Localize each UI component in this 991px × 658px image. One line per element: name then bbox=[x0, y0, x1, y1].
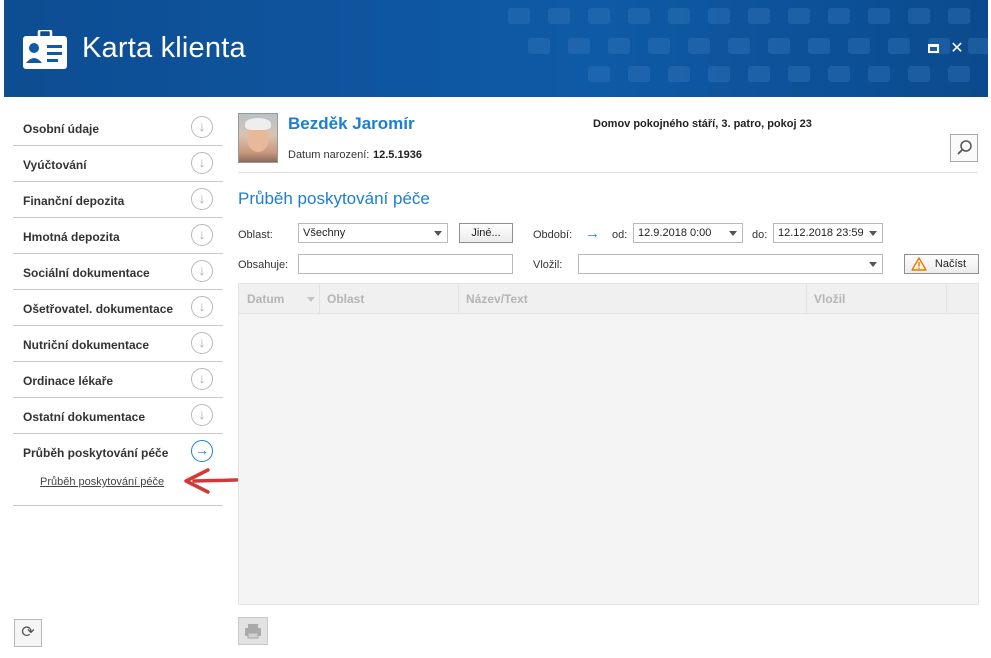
chevron-down-icon bbox=[434, 231, 442, 236]
print-button[interactable] bbox=[238, 617, 268, 645]
nacist-button[interactable]: Načíst bbox=[904, 254, 979, 274]
oblast-select[interactable]: Všechny bbox=[298, 223, 448, 243]
sidebar-item-prubeh-pece[interactable]: Průběh poskytování péče → bbox=[13, 434, 223, 470]
chevron-down-icon bbox=[869, 231, 877, 236]
do-value: 12.12.2018 23:59 bbox=[778, 227, 864, 239]
search-icon bbox=[957, 140, 972, 155]
warning-icon bbox=[911, 257, 927, 271]
od-label: od: bbox=[612, 229, 628, 241]
oblast-value: Všechny bbox=[303, 227, 346, 239]
oblast-label: Oblast: bbox=[238, 229, 273, 241]
sidebar-item-label: Sociální dokumentace bbox=[23, 266, 150, 280]
dob-label: Datum narození: bbox=[288, 149, 370, 161]
sidebar-item-osetrovatel-dokumentace[interactable]: Ošetřovatel. dokumentace ↓ bbox=[13, 290, 223, 326]
sidebar-item-socialni-dokumentace[interactable]: Sociální dokumentace ↓ bbox=[13, 254, 223, 290]
decorative-tiles bbox=[508, 8, 988, 82]
sidebar-item-ordinace-lekare[interactable]: Ordinace lékaře ↓ bbox=[13, 362, 223, 398]
chevron-down-icon bbox=[869, 262, 877, 267]
column-separator bbox=[806, 284, 807, 314]
column-oblast[interactable]: Oblast bbox=[327, 292, 364, 306]
chevron-down-circle-icon: ↓ bbox=[191, 188, 213, 210]
sidebar-item-hmotna-depozita[interactable]: Hmotná depozita ↓ bbox=[13, 218, 223, 254]
sidebar-item-label: Ostatní dokumentace bbox=[23, 410, 146, 424]
photo-hair bbox=[245, 118, 271, 130]
obsahuje-input[interactable] bbox=[298, 254, 513, 274]
sidebar-item-label: Ošetřovatel. dokumentace bbox=[23, 302, 174, 316]
id-card-icon bbox=[23, 30, 67, 69]
refresh-button[interactable]: ⟳ bbox=[14, 619, 42, 647]
sidebar-item-label: Nutriční dokumentace bbox=[23, 338, 150, 352]
vlozil-select[interactable] bbox=[578, 254, 883, 274]
chevron-down-circle-icon: ↓ bbox=[191, 116, 213, 138]
sidebar-item-label: Vyúčtování bbox=[23, 158, 87, 172]
od-date-select[interactable]: 12.9.2018 0:00 bbox=[633, 223, 743, 243]
sidebar-item-financni-depozita[interactable]: Finanční depozita ↓ bbox=[13, 182, 223, 218]
maximize-icon bbox=[927, 44, 939, 53]
sidebar-item-label: Ordinace lékaře bbox=[23, 374, 114, 388]
column-vlozil[interactable]: Vložil bbox=[814, 292, 845, 306]
column-separator bbox=[946, 284, 947, 314]
chevron-down-icon bbox=[729, 231, 737, 236]
column-separator bbox=[458, 284, 459, 314]
sidebar: Osobní údaje ↓ Vyúčtování ↓ Finanční dep… bbox=[13, 110, 223, 506]
refresh-icon: ⟳ bbox=[21, 624, 35, 641]
do-date-select[interactable]: 12.12.2018 23:59 bbox=[773, 223, 883, 243]
client-photo bbox=[238, 113, 278, 163]
od-value: 12.9.2018 0:00 bbox=[638, 227, 712, 239]
chevron-down-circle-icon: ↓ bbox=[191, 404, 213, 426]
jine-button[interactable]: Jiné... bbox=[459, 223, 513, 243]
dob-value: 12.5.1936 bbox=[373, 149, 422, 161]
close-button[interactable]: ✕ bbox=[950, 40, 964, 57]
client-location: Domov pokojného stáří, 3. patro, pokoj 2… bbox=[593, 118, 812, 130]
sidebar-item-osobni-udaje[interactable]: Osobní údaje ↓ bbox=[13, 110, 223, 146]
vlozil-label: Vložil: bbox=[533, 259, 563, 271]
printer-icon bbox=[245, 624, 261, 639]
sidebar-item-label: Průběh poskytování péče bbox=[23, 446, 169, 460]
sidebar-item-label: Hmotná depozita bbox=[23, 230, 120, 244]
arrow-right-circle-icon: → bbox=[191, 440, 213, 462]
close-icon: ✕ bbox=[950, 40, 964, 57]
obdobi-label: Období: bbox=[533, 229, 573, 241]
sort-down-icon bbox=[307, 297, 315, 302]
header-divider bbox=[238, 172, 978, 173]
chevron-down-circle-icon: ↓ bbox=[191, 332, 213, 354]
column-datum[interactable]: Datum bbox=[247, 292, 284, 306]
chevron-down-circle-icon: ↓ bbox=[191, 260, 213, 282]
sidebar-item-ostatni-dokumentace[interactable]: Ostatní dokumentace ↓ bbox=[13, 398, 223, 434]
nacist-label: Načíst bbox=[934, 258, 967, 270]
sidebar-item-label: Finanční depozita bbox=[23, 194, 125, 208]
search-button[interactable] bbox=[950, 134, 978, 162]
obsahuje-label: Obsahuje: bbox=[238, 259, 289, 271]
section-title: Průběh poskytování péče bbox=[238, 189, 430, 208]
maximize-button[interactable] bbox=[926, 42, 940, 56]
client-name: Bezděk Jaromír bbox=[288, 114, 415, 133]
chevron-down-circle-icon: ↓ bbox=[191, 224, 213, 246]
do-label: do: bbox=[752, 229, 768, 241]
chevron-down-circle-icon: ↓ bbox=[191, 368, 213, 390]
sidebar-item-label: Osobní údaje bbox=[23, 122, 100, 136]
records-grid[interactable]: Datum Oblast Název/Text Vložil bbox=[238, 283, 979, 605]
column-nazev-text[interactable]: Název/Text bbox=[466, 292, 528, 306]
arrow-right-icon[interactable]: → bbox=[585, 225, 600, 242]
title-bar: Karta klienta bbox=[4, 0, 988, 97]
window-title: Karta klienta bbox=[82, 32, 246, 64]
chevron-down-circle-icon: ↓ bbox=[191, 296, 213, 318]
chevron-down-circle-icon: ↓ bbox=[191, 152, 213, 174]
column-separator bbox=[319, 284, 320, 314]
sidebar-item-vyuctovani[interactable]: Vyúčtování ↓ bbox=[13, 146, 223, 182]
sidebar-item-nutricni-dokumentace[interactable]: Nutriční dokumentace ↓ bbox=[13, 326, 223, 362]
grid-header: Datum Oblast Název/Text Vložil bbox=[239, 284, 978, 314]
